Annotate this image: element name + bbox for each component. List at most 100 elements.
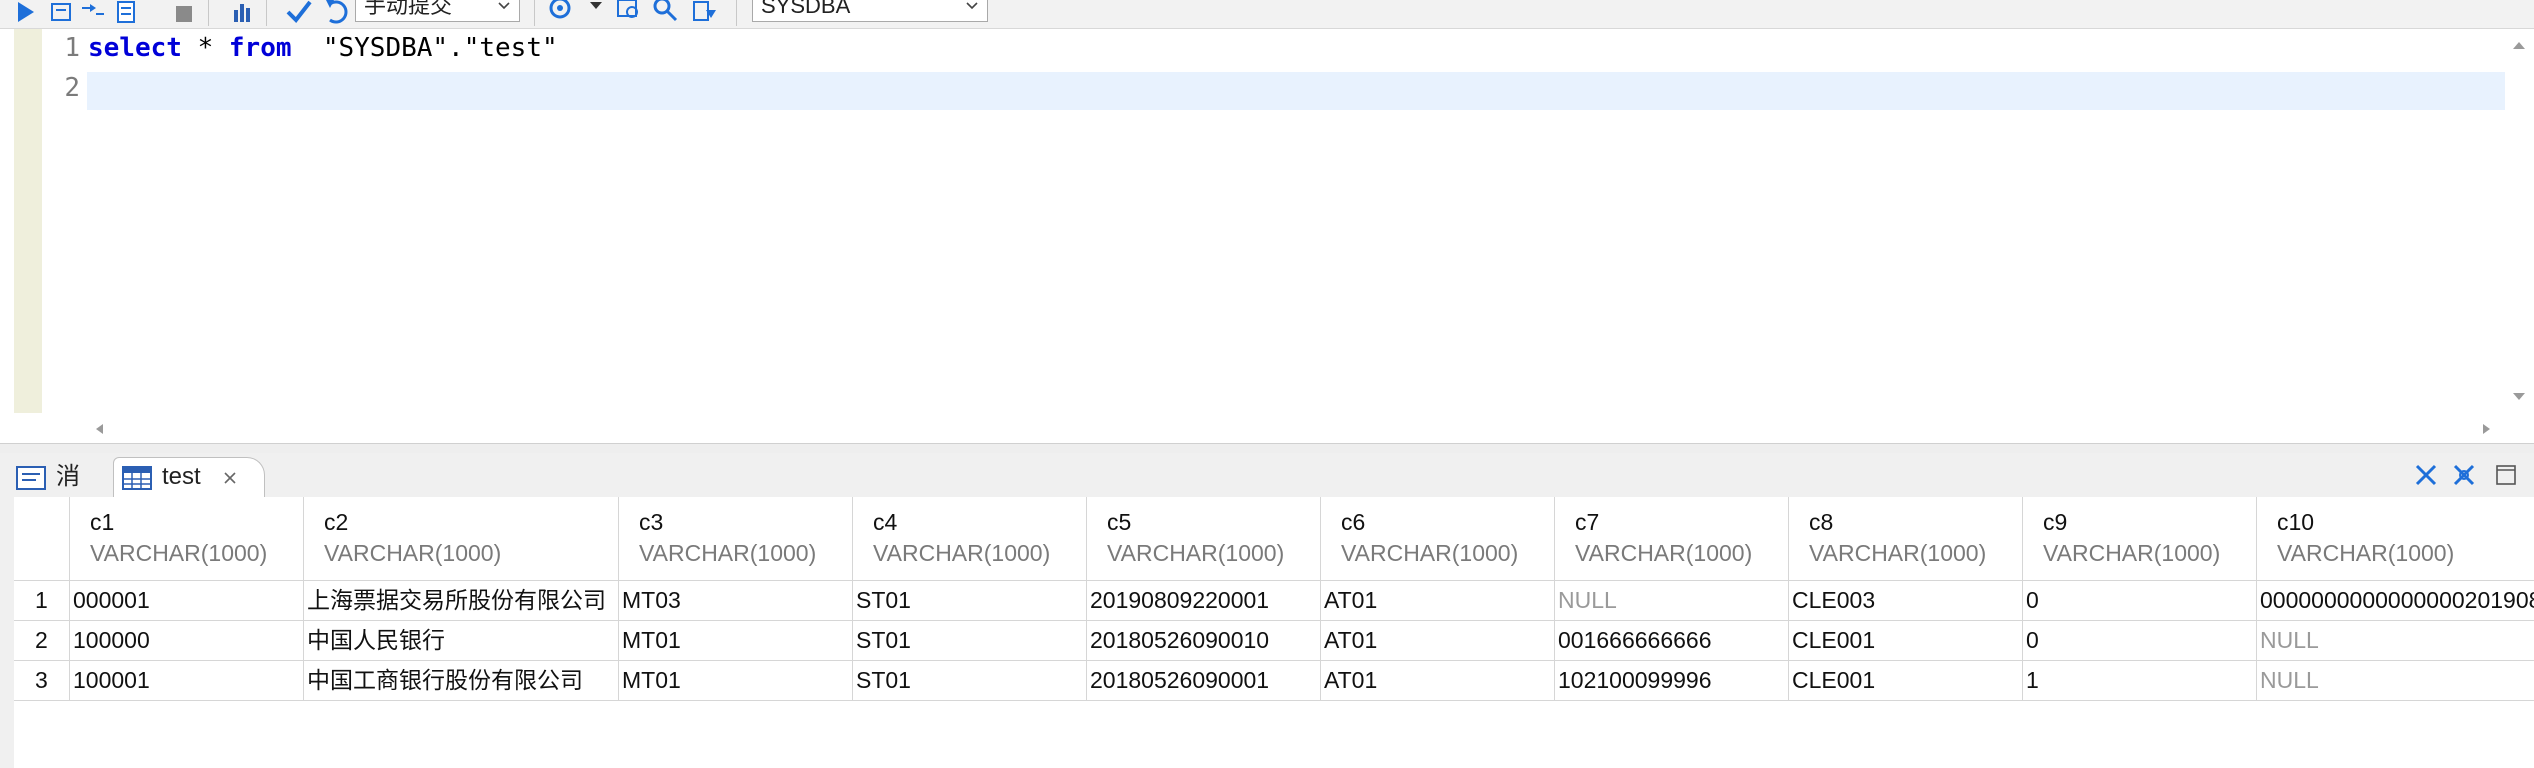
statistics-icon[interactable] xyxy=(228,0,258,26)
column-type: VARCHAR(1000) xyxy=(90,540,268,566)
table-cell[interactable]: CLE001 xyxy=(1789,661,2023,701)
row-number[interactable]: 3 xyxy=(14,661,70,701)
tab-test-label: test xyxy=(162,463,201,490)
editor-horizontal-scrollbar[interactable] xyxy=(87,413,2505,443)
table-cell[interactable]: 20180526090010 xyxy=(1087,621,1321,661)
table-cell[interactable]: 0 xyxy=(2023,621,2257,661)
table-cell[interactable]: ST01 xyxy=(853,621,1087,661)
line-number: 1 xyxy=(64,33,80,63)
line-number: 2 xyxy=(64,73,80,103)
table-cell[interactable]: 0 xyxy=(2023,581,2257,621)
format-icon[interactable] xyxy=(546,0,576,26)
commit-mode-select[interactable]: 手动提交 xyxy=(355,0,520,22)
table-cell[interactable]: NULL xyxy=(1555,581,1789,621)
table-cell[interactable]: 中国人民银行 xyxy=(304,621,619,661)
find-icon[interactable] xyxy=(614,0,644,26)
commit-icon[interactable] xyxy=(284,0,314,26)
result-grid: c1 VARCHAR(1000) c2 VARCHAR(1000) c3 VAR… xyxy=(14,497,2534,768)
stop-icon[interactable] xyxy=(170,0,200,26)
table-cell[interactable]: ST01 xyxy=(853,661,1087,701)
column-name: c8 xyxy=(1809,509,1834,535)
messages-icon xyxy=(16,466,46,490)
column-type: VARCHAR(1000) xyxy=(1809,540,1987,566)
table-cell[interactable]: 上海票据交易所股份有限公司 xyxy=(304,581,619,621)
toolbar-separator xyxy=(736,0,737,26)
table-cell[interactable]: 100000 xyxy=(70,621,304,661)
column-name: c6 xyxy=(1341,509,1366,535)
row-number[interactable]: 2 xyxy=(14,621,70,661)
table-cell[interactable]: NULL xyxy=(2257,621,2534,661)
column-type: VARCHAR(1000) xyxy=(324,540,502,566)
table-cell[interactable]: ST01 xyxy=(853,581,1087,621)
toolbar-separator xyxy=(534,0,535,26)
maximize-icon[interactable] xyxy=(2494,463,2518,487)
results-tab-bar: 消息 test xyxy=(0,453,2534,530)
scroll-right-arrow-icon[interactable] xyxy=(2479,421,2493,437)
rollback-icon[interactable] xyxy=(322,0,352,26)
column-type: VARCHAR(1000) xyxy=(1107,540,1285,566)
table-cell[interactable]: 20190809220001 xyxy=(1087,581,1321,621)
column-name: c1 xyxy=(90,509,115,535)
table-cell[interactable]: 100001 xyxy=(70,661,304,701)
chevron-down-icon xyxy=(966,2,978,10)
column-header[interactable]: c8 VARCHAR(1000) xyxy=(1789,497,2023,581)
column-header[interactable]: c1 VARCHAR(1000) xyxy=(70,497,304,581)
column-header[interactable]: c10 VARCHAR(1000) xyxy=(2257,497,2534,581)
schema-select[interactable]: SYSDBA xyxy=(752,0,988,22)
commit-mode-value: 手动提交 xyxy=(364,0,453,18)
column-header[interactable]: c9 VARCHAR(1000) xyxy=(2023,497,2257,581)
column-header[interactable]: c2 VARCHAR(1000) xyxy=(304,497,619,581)
sql-editor[interactable]: 1 2 select * from "SYSDBA"."test" xyxy=(0,29,2534,443)
table-cell[interactable]: MT01 xyxy=(619,621,853,661)
table-cell[interactable]: MT03 xyxy=(619,581,853,621)
close-icon[interactable] xyxy=(222,470,238,486)
table-cell[interactable]: 000001 xyxy=(70,581,304,621)
column-header[interactable]: c7 VARCHAR(1000) xyxy=(1555,497,1789,581)
table-reference: "SYSDBA"."test" xyxy=(322,33,558,63)
run-line-icon[interactable] xyxy=(46,0,76,26)
column-name: c3 xyxy=(639,509,664,535)
table-cell[interactable]: 102100099996 xyxy=(1555,661,1789,701)
find-replace-icon[interactable] xyxy=(650,0,680,26)
close-tab-icon[interactable] xyxy=(2412,461,2440,489)
table-cell[interactable]: 1 xyxy=(2023,661,2257,701)
keyword-from: from xyxy=(228,33,292,63)
run-icon[interactable] xyxy=(10,0,40,26)
column-name: c5 xyxy=(1107,509,1132,535)
table-cell[interactable]: CLE003 xyxy=(1789,581,2023,621)
table-cell[interactable]: 001666666666 xyxy=(1555,621,1789,661)
column-header[interactable]: c3 VARCHAR(1000) xyxy=(619,497,853,581)
results-left-border xyxy=(0,497,14,768)
close-all-tabs-icon[interactable] xyxy=(2450,461,2478,489)
schema-value: SYSDBA xyxy=(761,0,851,18)
scroll-up-arrow-icon[interactable] xyxy=(2509,39,2529,53)
scroll-left-arrow-icon[interactable] xyxy=(93,421,107,437)
table-cell[interactable]: AT01 xyxy=(1321,621,1555,661)
table-cell[interactable]: 中国工商银行股份有限公司 xyxy=(304,661,619,701)
table-cell[interactable]: MT01 xyxy=(619,661,853,701)
chevron-down-icon xyxy=(498,2,510,10)
column-type: VARCHAR(1000) xyxy=(2043,540,2221,566)
table-cell[interactable]: AT01 xyxy=(1321,661,1555,701)
chevron-down-icon[interactable] xyxy=(582,0,612,26)
column-header[interactable]: c6 VARCHAR(1000) xyxy=(1321,497,1555,581)
table-cell[interactable]: AT01 xyxy=(1321,581,1555,621)
column-header[interactable]: c5 VARCHAR(1000) xyxy=(1087,497,1321,581)
column-name: c7 xyxy=(1575,509,1600,535)
explain-plan-icon[interactable] xyxy=(110,0,140,26)
editor-vertical-scrollbar[interactable] xyxy=(2505,29,2534,413)
run-script-icon[interactable] xyxy=(78,0,108,26)
scroll-down-arrow-icon[interactable] xyxy=(2509,389,2529,403)
editor-toolbar: 手动提交 SYSDBA xyxy=(0,0,2534,29)
table-cell[interactable]: CLE001 xyxy=(1789,621,2023,661)
code-line[interactable]: select * from "SYSDBA"."test" xyxy=(88,33,558,63)
table-cell[interactable]: 0000000000000000201908 xyxy=(2257,581,2534,621)
table-cell[interactable]: 20180526090001 xyxy=(1087,661,1321,701)
current-line-highlight xyxy=(87,72,2505,110)
column-type: VARCHAR(1000) xyxy=(873,540,1051,566)
column-type: VARCHAR(1000) xyxy=(1341,540,1519,566)
table-cell[interactable]: NULL xyxy=(2257,661,2534,701)
export-icon[interactable] xyxy=(690,0,720,26)
row-number[interactable]: 1 xyxy=(14,581,70,621)
column-header[interactable]: c4 VARCHAR(1000) xyxy=(853,497,1087,581)
